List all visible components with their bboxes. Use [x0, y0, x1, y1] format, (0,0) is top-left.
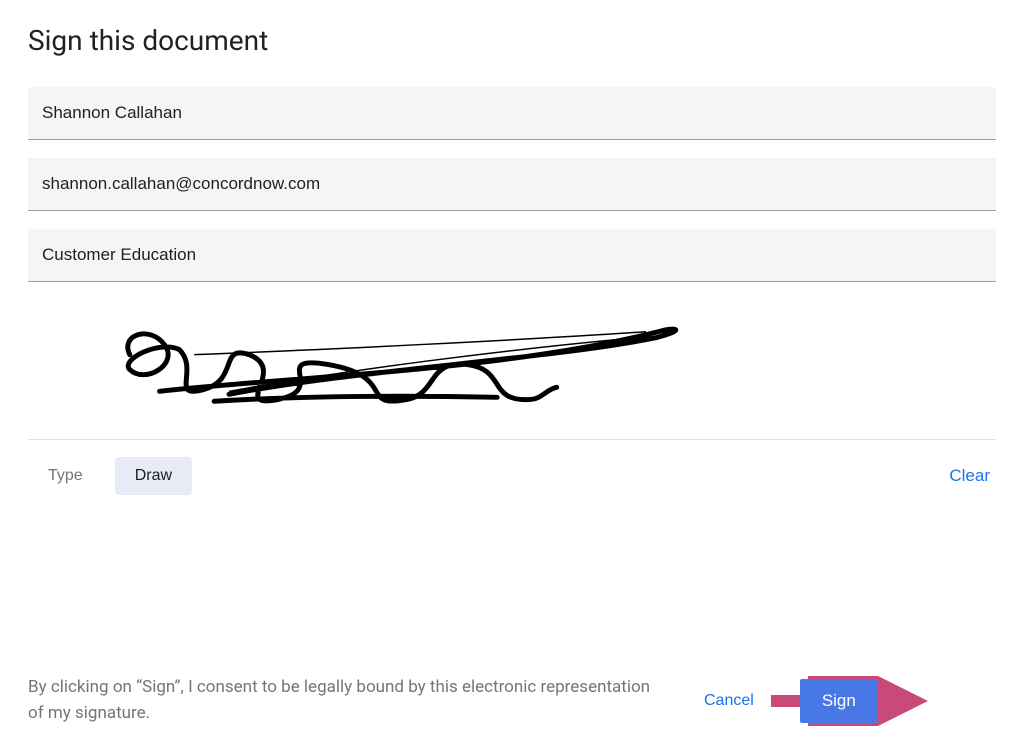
signature-drawing-icon	[28, 300, 996, 439]
page-title: Sign this document	[28, 24, 996, 57]
signature-mode-row: Type Draw Clear	[28, 448, 996, 504]
consent-text: By clicking on “Sign”, I consent to be l…	[28, 675, 668, 726]
name-field[interactable]	[28, 87, 996, 140]
clear-button[interactable]: Clear	[943, 456, 996, 496]
sign-button[interactable]: Sign	[800, 679, 878, 723]
footer-row: By clicking on “Sign”, I consent to be l…	[28, 675, 996, 726]
email-field[interactable]	[28, 158, 996, 211]
cancel-button[interactable]: Cancel	[688, 682, 770, 720]
mode-type-button[interactable]: Type	[28, 457, 103, 495]
signature-canvas[interactable]	[28, 300, 996, 440]
mode-draw-button[interactable]: Draw	[115, 457, 192, 495]
company-field[interactable]	[28, 229, 996, 282]
